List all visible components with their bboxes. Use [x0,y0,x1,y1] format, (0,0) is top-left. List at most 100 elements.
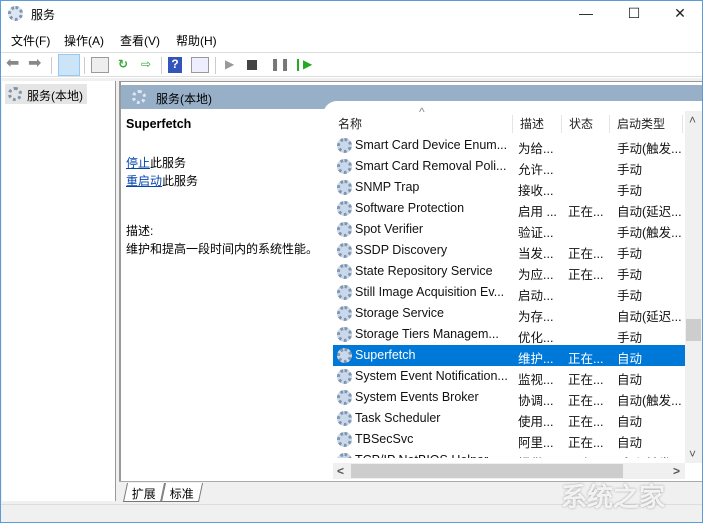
vertical-scrollbar[interactable]: ˄ ˅ [685,111,702,463]
column-header-name[interactable]: 名称 [331,115,513,133]
service-name: Storage Service [355,306,444,320]
service-startup-type: 自动(触发... [617,394,682,408]
service-startup-type: 手动 [617,268,643,282]
stop-service-link[interactable]: 停止 [126,156,150,170]
service-status: 正在... [568,436,604,450]
service-name: System Event Notification... [355,369,508,383]
service-name: TCP/IP NetBIOS Helper [355,453,511,458]
tree-item-label: 服务(本地) [27,89,83,103]
scroll-left-button[interactable]: < [337,464,344,478]
service-description: 协调... [518,394,554,408]
service-row[interactable]: Smart Card Removal Poli... 允许... 手动 [333,156,685,177]
service-row[interactable]: Spot Verifier 验证... 手动(触发... [333,219,685,240]
restart-service-link[interactable]: 重启动 [126,174,162,188]
service-row[interactable]: System Events Broker 协调... 正在... 自动(触发..… [333,387,685,408]
service-row[interactable]: TCP/IP NetBIOS Helper 提供... 正在... 手动(触发.… [333,450,685,458]
service-startup-type: 手动 [617,331,643,345]
menu-view[interactable]: 查看(V) [120,32,160,49]
tab-standard[interactable]: 标准 [160,483,204,502]
tab-label: 标准 [169,487,194,501]
back-icon[interactable]: ⬅ [6,56,24,73]
selected-service-name: Superfetch [126,117,192,131]
service-row[interactable]: TBSecSvc 阿里... 正在... 自动 [333,429,685,450]
watermark-logo: 系统之家 [561,482,666,512]
service-row[interactable]: Superfetch 维护... 正在... 自动 [333,345,685,366]
stop-service-icon[interactable] [247,60,257,70]
help-icon[interactable]: ? [168,57,182,73]
service-status: 正在... [568,415,604,429]
service-row[interactable]: Storage Tiers Managem... 优化... 手动 [333,324,685,345]
service-startup-type: 自动 [617,415,643,429]
forward-icon[interactable]: ➡ [28,56,46,73]
service-startup-type: 手动 [617,184,643,198]
service-row[interactable]: Software Protection 启用 ... 正在... 自动(延迟..… [333,198,685,219]
service-row[interactable]: SNMP Trap 接收... 手动 [333,177,685,198]
menu-help[interactable]: 帮助(H) [176,32,217,49]
menu-action[interactable]: 操作(A) [64,32,104,49]
minimize-button[interactable]: — [563,1,609,27]
service-startup-type: 自动(延迟... [617,310,682,324]
service-startup-type: 自动 [617,373,643,387]
refresh-icon[interactable]: ↻ [114,57,132,73]
services-gear-icon [8,6,23,21]
tab-extended[interactable]: 扩展 [122,483,166,502]
service-description: 允许... [518,163,554,177]
tree-item-services-local[interactable]: 服务(本地) [5,84,87,104]
vertical-scroll-thumb[interactable] [686,319,701,341]
service-description: 验证... [518,226,554,240]
service-row[interactable]: Storage Service 为存... 自动(延迟... [333,303,685,324]
pause-service-icon[interactable]: ❚❚ [270,57,290,73]
service-row[interactable]: Still Image Acquisition Ev... 启动... 手动 [333,282,685,303]
scroll-right-button[interactable]: > [673,464,680,478]
service-description: 监视... [518,373,554,387]
service-description: 阿里... [518,436,554,450]
service-row[interactable]: Task Scheduler 使用... 正在... 自动 [333,408,685,429]
service-gear-icon [337,432,352,447]
service-name: Task Scheduler [355,411,441,425]
service-name: Software Protection [355,201,465,215]
start-service-icon[interactable]: ▶ [225,57,243,73]
column-header-status[interactable]: 状态 [562,115,610,133]
scroll-up-button[interactable]: ˄ [689,113,696,127]
maximize-button[interactable]: ☐ [611,1,657,27]
services-gear-icon [8,87,22,101]
column-header-description[interactable]: 描述 [513,115,562,133]
menu-file[interactable]: 文件(F) [11,32,50,49]
panel-title: 服务(本地) [156,92,212,106]
service-gear-icon [337,243,352,258]
service-name: TBSecSvc [355,432,414,446]
properties-icon[interactable] [91,57,109,73]
service-name: Smart Card Device Enum... [355,138,508,152]
description-label: 描述: [126,224,154,238]
action-pane-icon[interactable] [191,57,209,73]
service-row[interactable]: Smart Card Device Enum... 为给... 手动(触发... [333,135,685,156]
service-description: 当发... [518,247,554,261]
scroll-down-button[interactable]: ˅ [689,447,696,461]
service-gear-icon [337,138,352,153]
close-button[interactable]: ✕ [657,1,703,27]
service-description: 接收... [518,184,554,198]
service-description: 使用... [518,415,554,429]
service-description: 启用 ... [518,205,557,219]
restart-service-icon[interactable]: ❙▶ [293,57,312,73]
service-startup-type: 手动 [617,247,643,261]
service-gear-icon [337,222,352,237]
service-row[interactable]: System Event Notification... 监视... 正在...… [333,366,685,387]
toolbar-divider [161,57,162,74]
service-row[interactable]: SSDP Discovery 当发... 正在... 手动 [333,240,685,261]
service-gear-icon [337,327,352,342]
description-text: 维护和提高一段时间内的系统性能。 [126,242,319,256]
service-startup-type: 手动 [617,289,643,303]
service-description: 为应... [518,268,554,282]
horizontal-scroll-thumb[interactable] [351,464,623,478]
service-startup-type: 自动 [617,436,643,450]
column-header-startup-type[interactable]: 启动类型 [610,115,683,133]
service-row[interactable]: State Repository Service 为应... 正在... 手动 [333,261,685,282]
show-hide-console-tree-icon[interactable] [58,54,80,76]
service-name: SSDP Discovery [355,243,448,257]
service-name: Spot Verifier [355,222,424,236]
service-gear-icon [337,180,352,195]
export-list-icon[interactable]: ⇨ [137,57,155,73]
service-startup-type: 手动 [617,163,643,177]
title-bar: 服务 — ☐ ✕ [1,1,702,27]
